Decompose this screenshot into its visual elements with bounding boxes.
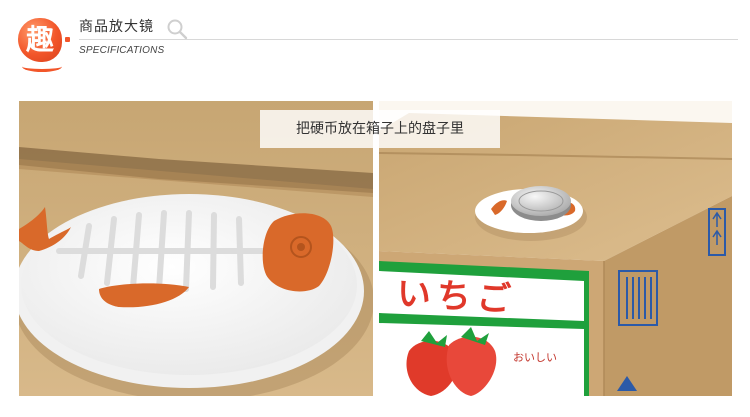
badge-swoosh [22,61,62,72]
box-label-main: いちご [395,273,518,321]
section-title: 商品放大镜 [79,19,154,35]
instruction-caption: 把硬币放在箱子上的盘子里 [260,110,500,148]
badge-dot [65,37,70,42]
section-subtitle: SPECIFICATIONS [79,45,165,56]
search-icon [167,19,188,40]
box-label-sub: おいしい [513,351,557,364]
badge-char: 趣 [25,23,54,56]
section-header: 趣 商品放大镜 SPECIFICATIONS [0,0,750,90]
header-divider [79,39,738,40]
fun-badge-icon: 趣 [18,18,62,62]
